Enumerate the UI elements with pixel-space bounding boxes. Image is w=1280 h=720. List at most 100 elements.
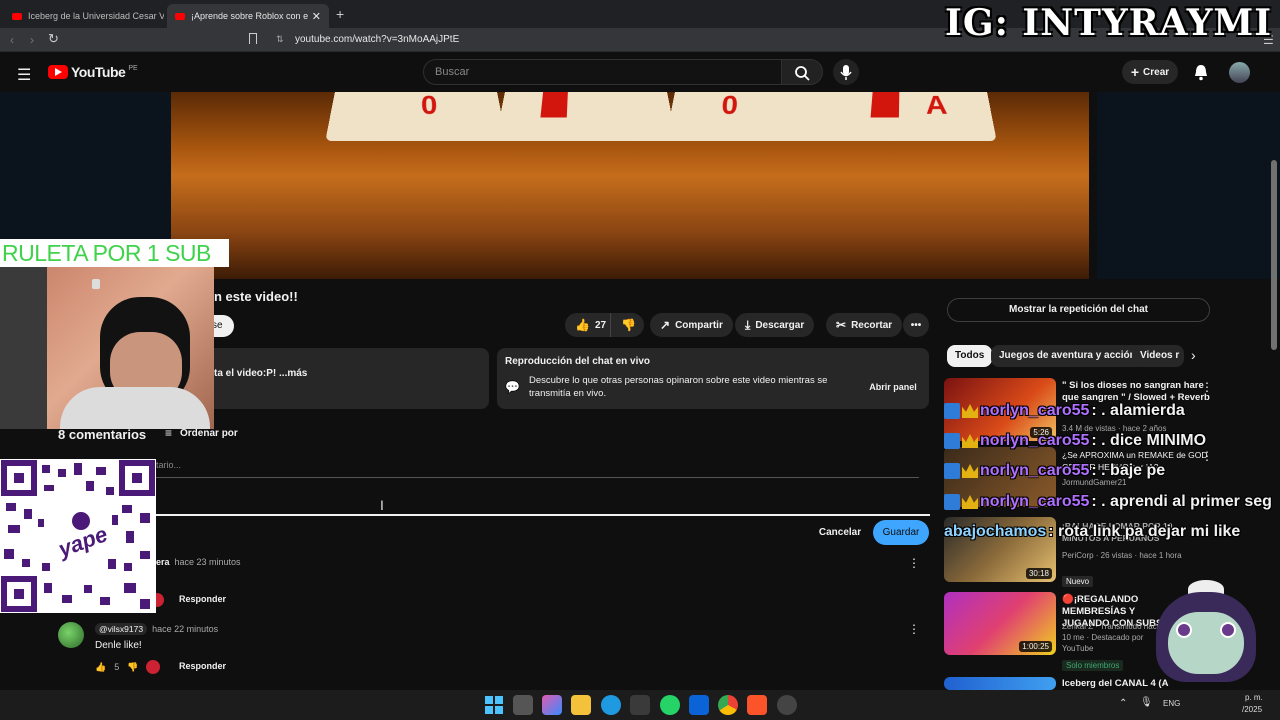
comment-author[interactable]: era bbox=[156, 557, 170, 567]
youtube-logo[interactable]: YouTube PE bbox=[48, 64, 138, 80]
live-chat-title: Reproducción del chat en vivo bbox=[505, 356, 651, 367]
create-button[interactable]: + Crear bbox=[1122, 60, 1178, 84]
reload-icon[interactable]: ↻ bbox=[48, 31, 59, 47]
whatsapp-icon[interactable] bbox=[660, 695, 680, 715]
reply-button[interactable]: Responder bbox=[179, 661, 226, 671]
reply-button[interactable]: Responder bbox=[179, 594, 226, 604]
comment-time: hace 22 minutos bbox=[152, 624, 219, 634]
more-actions-button[interactable]: ••• bbox=[903, 313, 929, 337]
stream-chat-message: norlyn_caro55 : . aprendi al primer seg bbox=[944, 490, 1280, 514]
description-box[interactable]: ta el video:P! ...más bbox=[200, 348, 489, 409]
mic-tray-icon[interactable]: 🎙 bbox=[1140, 697, 1153, 708]
close-tab-icon[interactable]: ✕ bbox=[312, 10, 321, 23]
page-scrollbar[interactable] bbox=[1271, 160, 1277, 350]
avatar[interactable] bbox=[1229, 62, 1250, 83]
clip-label: Recortar bbox=[851, 319, 893, 331]
comment-actions: 👍 5 👎 bbox=[95, 660, 161, 674]
show-chat-replay-button[interactable]: Mostrar la repetición del chat bbox=[947, 298, 1210, 322]
obs-icon[interactable] bbox=[777, 695, 797, 715]
new-badge: Nuevo bbox=[1062, 576, 1094, 587]
ig-handle-overlay: IG: INTYRAYMI bbox=[945, 2, 1273, 44]
clip-button[interactable]: ✂ Recortar bbox=[826, 313, 903, 337]
webcam-overlay bbox=[0, 267, 214, 429]
url-field[interactable]: youtube.com/watch?v=3nMoAAjJPtE bbox=[295, 31, 915, 49]
moderator-badge-icon bbox=[944, 494, 960, 510]
forward-icon[interactable]: › bbox=[30, 33, 34, 47]
video-menu-icon[interactable]: ⋮ bbox=[1201, 380, 1213, 394]
like-button[interactable]: 👍 27 bbox=[565, 313, 610, 337]
youtube-play-icon bbox=[48, 65, 68, 79]
thumbs-up-icon[interactable]: 👍 bbox=[95, 662, 106, 673]
dislike-button[interactable]: 👎 bbox=[610, 313, 644, 337]
copilot-icon[interactable] bbox=[542, 695, 562, 715]
ruleta-banner: RULETA POR 1 SUB bbox=[0, 239, 229, 267]
add-comment-input[interactable]: tario... bbox=[156, 460, 919, 478]
clock-date[interactable]: /2025 bbox=[1242, 705, 1262, 714]
comments-count: 8 comentarios bbox=[58, 427, 147, 442]
thumbs-down-icon[interactable]: 👎 bbox=[127, 662, 138, 673]
chip-videos[interactable]: Videos r bbox=[1132, 345, 1184, 367]
download-icon: ⤓ bbox=[745, 317, 751, 332]
chrome-icon[interactable] bbox=[718, 695, 738, 715]
notifications-bell-icon[interactable] bbox=[1193, 64, 1209, 86]
crown-badge-icon bbox=[962, 495, 978, 509]
logo-region: PE bbox=[128, 64, 138, 72]
video-player[interactable]: 0 0 A bbox=[171, 92, 1089, 279]
voice-search-button[interactable] bbox=[833, 59, 859, 85]
share-button[interactable]: ↗ Compartir bbox=[650, 313, 733, 337]
moderator-badge-icon bbox=[944, 403, 960, 419]
chevron-right-icon[interactable]: › bbox=[1191, 347, 1196, 363]
chat-text: : . dice MINIMO bbox=[1091, 432, 1207, 449]
chip-all[interactable]: Todos bbox=[947, 345, 993, 367]
comment-menu-icon[interactable]: ⋮ bbox=[908, 556, 920, 570]
clock-time[interactable]: p. m. bbox=[1245, 693, 1263, 702]
cancel-button[interactable]: Cancelar bbox=[812, 521, 868, 545]
comment-author[interactable]: @vilsx9173 bbox=[95, 623, 148, 635]
moderator-badge-icon bbox=[944, 463, 960, 479]
commenter-avatar[interactable] bbox=[58, 622, 84, 648]
language-indicator[interactable]: ENG bbox=[1163, 699, 1180, 708]
file-explorer-icon[interactable] bbox=[571, 695, 591, 715]
text-cursor-icon: I bbox=[380, 497, 384, 513]
store-icon[interactable] bbox=[630, 695, 650, 715]
scissors-icon: ✂ bbox=[836, 318, 847, 332]
site-info-icon[interactable]: ⇅ bbox=[276, 34, 284, 45]
video-thumbnail[interactable]: 1:00:25 bbox=[944, 592, 1056, 655]
back-icon[interactable]: ‹ bbox=[10, 33, 14, 47]
save-button[interactable]: Guardar bbox=[873, 520, 929, 545]
stream-chat-message: norlyn_caro55 : . baje pe bbox=[944, 459, 1165, 483]
thumbs-down-icon: 👎 bbox=[621, 318, 636, 332]
comment-underline bbox=[156, 514, 930, 516]
thumbs-up-icon: 👍 bbox=[575, 318, 590, 332]
sort-label: Ordenar por bbox=[180, 427, 238, 439]
chat-text: : . aprendi al primer seg bbox=[1091, 493, 1272, 510]
chat-username: norlyn_caro55 bbox=[980, 402, 1090, 419]
create-label: Crear bbox=[1143, 66, 1170, 78]
comment-text: Denle like! bbox=[95, 640, 142, 651]
video-thumbnail[interactable] bbox=[944, 677, 1056, 690]
search-input[interactable]: Buscar bbox=[423, 59, 783, 85]
chevron-up-icon[interactable]: ⌃ bbox=[1119, 698, 1127, 709]
share-label: Compartir bbox=[675, 319, 723, 331]
task-view-icon[interactable] bbox=[513, 695, 533, 715]
hamburger-menu-icon[interactable]: ☰ bbox=[17, 65, 31, 85]
chip-adventure[interactable]: Juegos de aventura y acción bbox=[991, 345, 1144, 367]
search-button[interactable] bbox=[781, 59, 823, 85]
new-tab-button[interactable]: + bbox=[336, 6, 344, 22]
start-icon[interactable] bbox=[484, 695, 504, 715]
comment-menu-icon[interactable]: ⋮ bbox=[908, 622, 920, 636]
video-card: 0 bbox=[325, 92, 507, 142]
tab-title: Iceberg de la Universidad Cesar Valle bbox=[28, 11, 164, 21]
more-icon: ••• bbox=[910, 319, 922, 331]
qr-code: yape bbox=[0, 459, 156, 613]
stream-chat-message: norlyn_caro55 : . dice MINIMO bbox=[944, 429, 1206, 453]
edge-icon[interactable] bbox=[601, 695, 621, 715]
browser-tab-1[interactable]: Iceberg de la Universidad Cesar Valle bbox=[4, 4, 164, 28]
open-panel-button[interactable]: Abrir panel bbox=[865, 375, 921, 399]
download-button[interactable]: ⤓ Descargar bbox=[735, 313, 815, 337]
outlook-icon[interactable] bbox=[689, 695, 709, 715]
chat-username: norlyn_caro55 bbox=[980, 462, 1090, 479]
brave-icon[interactable] bbox=[747, 695, 767, 715]
browser-tab-2[interactable]: ¡Aprende sobre Roblox con este ✕ bbox=[167, 4, 329, 28]
bookmark-icon[interactable] bbox=[249, 33, 257, 44]
